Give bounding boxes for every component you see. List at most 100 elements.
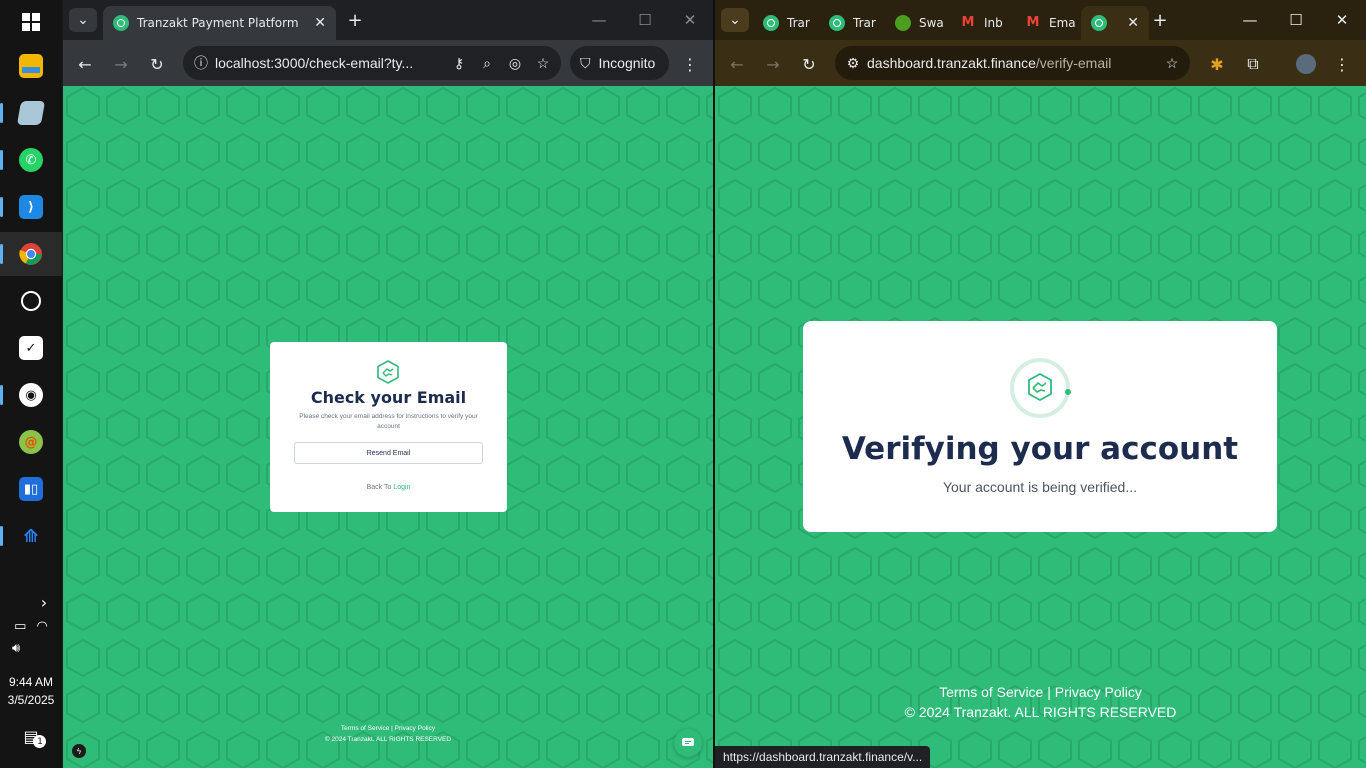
forward-button[interactable]: → xyxy=(107,50,135,78)
tab-title: Swa xyxy=(919,16,944,30)
maximize-button[interactable]: ☐ xyxy=(1273,6,1319,34)
notification-count-badge: 1 xyxy=(33,735,47,748)
new-tab-button[interactable]: + xyxy=(1146,8,1174,32)
start-button[interactable] xyxy=(0,0,62,44)
tasks-app-icon[interactable]: ✓ xyxy=(0,326,62,370)
tab-title: Trar xyxy=(787,16,810,30)
browser-menu-button[interactable]: ⋮ xyxy=(1328,50,1356,78)
volume-icon[interactable]: 🔊︎ xyxy=(0,641,62,656)
incognito-label: Incognito xyxy=(598,55,656,71)
forward-button[interactable]: → xyxy=(759,50,787,78)
address-bar[interactable]: ⓘ localhost:3000/check-email?ty... ⚷ ⌕ ◎… xyxy=(183,46,561,80)
browser-toolbar: ← → ↻ ⚙ dashboard.tranzakt.finance/verif… xyxy=(715,40,1366,86)
tab-strip: ⌄ Trar Trar Swa M Inb M Ema ✕ + — ☐ ✕ xyxy=(715,0,1366,40)
github-icon[interactable]: ◉ xyxy=(0,373,62,417)
tranzakt-logo-icon xyxy=(1028,372,1052,402)
chameleon-app-icon[interactable]: @ xyxy=(0,420,62,464)
resend-email-button[interactable]: Resend Email xyxy=(294,442,483,464)
profile-avatar[interactable] xyxy=(1292,50,1320,78)
link-status-bubble: https://dashboard.tranzakt.finance/v... xyxy=(715,746,931,768)
tab-gmail-email[interactable]: M Ema xyxy=(1015,6,1077,40)
vscode-icon[interactable]: ⟩ xyxy=(0,185,62,229)
chat-widget-button[interactable] xyxy=(674,729,702,757)
page-title: Verifying your account xyxy=(841,431,1239,467)
tab-title: Inb xyxy=(984,16,1003,30)
reload-button[interactable]: ↻ xyxy=(143,50,171,78)
footer-copyright: © 2024 Tranzakt. ALL RIGHTS RESERVED xyxy=(904,704,1177,720)
close-tab-icon[interactable]: ✕ xyxy=(1127,15,1139,31)
notes-app-icon[interactable] xyxy=(0,91,62,135)
show-hidden-icons-chevron-icon[interactable]: › xyxy=(0,593,62,612)
chrome-logo-icon xyxy=(19,243,42,265)
back-to-text: Back To xyxy=(366,484,392,491)
tab-tranzakt-2[interactable]: Trar xyxy=(819,6,881,40)
tab-gmail-inbox[interactable]: M Inb xyxy=(950,6,1012,40)
tab-verify-email-active[interactable]: ✕ xyxy=(1081,6,1149,40)
close-window-button[interactable]: ✕ xyxy=(667,6,713,34)
footer-links[interactable]: Terms of Service | Privacy Policy xyxy=(715,684,1366,700)
browser-toolbar: ← → ↻ ⓘ localhost:3000/check-email?ty...… xyxy=(63,40,713,86)
tranzakt-logo-icon xyxy=(377,360,399,384)
tab-swagger[interactable]: Swa xyxy=(885,6,947,40)
address-bar[interactable]: ⚙ dashboard.tranzakt.finance/verify-emai… xyxy=(835,46,1190,80)
reload-button[interactable]: ↻ xyxy=(795,50,823,78)
extension-bug-icon[interactable]: ✱ xyxy=(1203,50,1231,78)
tab-tranzakt-payment-platform[interactable]: Tranzakt Payment Platform ✕ xyxy=(103,6,336,40)
tab-title: Trar xyxy=(853,16,876,30)
tranzakt-favicon-icon xyxy=(763,15,779,31)
new-tab-button[interactable]: + xyxy=(341,8,369,32)
notification-center-icon[interactable]: ▤ 1 xyxy=(0,727,62,748)
battery-icon[interactable]: ▭ xyxy=(14,619,26,634)
chatgpt-icon[interactable] xyxy=(0,279,62,323)
tranzakt-favicon-icon xyxy=(113,15,129,31)
tab-title: Tranzakt Payment Platform xyxy=(137,16,299,30)
trello-icon[interactable]: ▮▯ xyxy=(0,467,62,511)
tab-search-dropdown-button[interactable]: ⌄ xyxy=(69,8,97,32)
tracking-protection-eye-icon[interactable]: ◎ xyxy=(501,49,529,77)
check-email-card: Check your Email Please check your email… xyxy=(270,342,507,512)
page-verify-email: Verifying your account Your account is b… xyxy=(715,86,1366,768)
url-text[interactable]: dashboard.tranzakt.finance/verify-email xyxy=(867,55,1158,71)
back-to-login: Back To Login xyxy=(270,484,507,491)
minimize-button[interactable]: — xyxy=(1227,6,1273,34)
zoom-icon[interactable]: ⌕ xyxy=(473,49,501,77)
loading-spinner xyxy=(1010,358,1071,418)
clock-time[interactable]: 9:44 AM xyxy=(0,675,62,689)
tab-search-dropdown-button[interactable]: ⌄ xyxy=(721,8,749,32)
minimize-button[interactable]: — xyxy=(576,6,622,34)
tab-tranzakt-1[interactable]: Trar xyxy=(753,6,815,40)
browser-menu-button[interactable]: ⋮ xyxy=(676,50,704,78)
maximize-button[interactable]: ☐ xyxy=(622,6,668,34)
whatsapp-icon[interactable]: ✆ xyxy=(0,138,62,182)
login-link[interactable]: Login xyxy=(393,484,410,491)
file-explorer-icon[interactable] xyxy=(0,44,62,88)
close-window-button[interactable]: ✕ xyxy=(1319,6,1365,34)
wifi-icon[interactable]: ◠ xyxy=(36,619,47,634)
chat-bubble-icon xyxy=(682,738,694,746)
footer-links[interactable]: Terms of Service | Privacy Policy xyxy=(63,725,713,732)
nextjs-dev-indicator-icon[interactable]: ϟ xyxy=(72,744,86,758)
back-button[interactable]: ← xyxy=(71,50,99,78)
jira-icon[interactable]: ⟰ xyxy=(0,514,62,558)
windows-taskbar: ✆ ⟩ ✓ ◉ @ ▮▯ ⟰ › ▭ ◠ 🔊︎ 9:44 AM 3/5/2025… xyxy=(0,0,62,768)
site-info-icon[interactable]: ⓘ xyxy=(187,49,215,77)
bookmark-star-icon[interactable]: ☆ xyxy=(1158,49,1186,77)
back-button[interactable]: ← xyxy=(723,50,751,78)
site-settings-icon[interactable]: ⚙ xyxy=(839,49,867,77)
bookmark-star-icon[interactable]: ☆ xyxy=(529,49,557,77)
chrome-icon[interactable] xyxy=(0,232,62,276)
incognito-indicator[interactable]: ⛉ Incognito xyxy=(570,46,669,80)
tranzakt-favicon-icon xyxy=(1091,15,1107,31)
password-key-icon[interactable]: ⚷ xyxy=(445,49,473,77)
extensions-puzzle-icon[interactable]: ⧉ xyxy=(1239,50,1267,78)
verifying-card: Verifying your account Your account is b… xyxy=(803,321,1277,532)
browser-window-left: ⌄ Tranzakt Payment Platform ✕ + — ☐ ✕ ← … xyxy=(63,0,713,768)
tab-strip: ⌄ Tranzakt Payment Platform ✕ + — ☐ ✕ xyxy=(63,0,713,40)
gmail-icon: M xyxy=(1026,15,1040,30)
clock-date[interactable]: 3/5/2025 xyxy=(0,693,62,707)
incognito-icon: ⛉ xyxy=(580,54,591,71)
url-text[interactable]: localhost:3000/check-email?ty... xyxy=(215,55,445,71)
close-tab-icon[interactable]: ✕ xyxy=(314,15,326,31)
chevron-down-icon: ⌄ xyxy=(77,12,89,28)
page-title: Check your Email xyxy=(310,388,467,407)
